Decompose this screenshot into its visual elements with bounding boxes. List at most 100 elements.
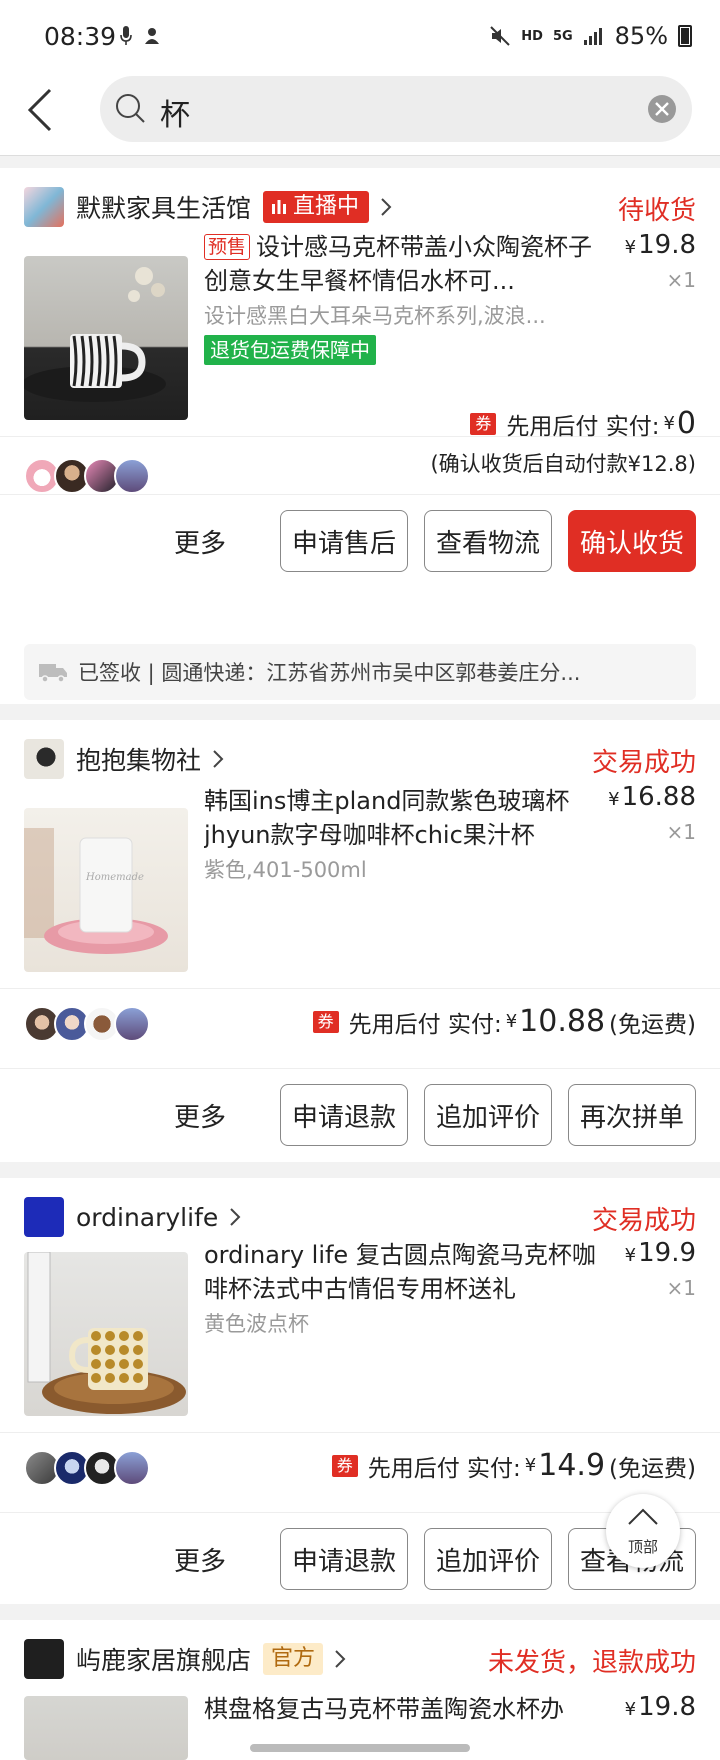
svg-text:Homemade: Homemade: [85, 872, 144, 883]
search-input[interactable]: 杯: [100, 76, 692, 142]
friend-avatars[interactable]: [24, 1450, 150, 1490]
pay-label: 先用后付 实付:: [367, 1455, 521, 1482]
shop-avatar: [24, 1639, 64, 1679]
product-price: ¥19.8: [624, 230, 696, 260]
truck-icon: [39, 664, 67, 683]
battery-icon: [678, 25, 692, 47]
logistics-bar[interactable]: 已签收 | 圆通快递：江苏省苏州市吴中区郭巷姜庄分...: [24, 644, 696, 700]
product-title[interactable]: 韩国ins博主pland同款紫色玻璃杯jhyun款字母咖啡杯chic果汁杯: [204, 784, 604, 852]
reorder-button[interactable]: 再次拼单: [568, 1084, 696, 1146]
live-badge[interactable]: 直播中: [263, 191, 370, 223]
friend-avatar: [114, 458, 150, 494]
app-notification-icon: [145, 28, 159, 44]
free-shipping-label: (免运费): [609, 1011, 696, 1038]
payment-summary: 券 先用后付 实付: ¥14.9 (免运费): [331, 1448, 696, 1483]
live-bars-icon: [272, 200, 287, 214]
confirm-receipt-button[interactable]: 确认收货: [568, 510, 696, 572]
product-image[interactable]: [24, 1696, 188, 1760]
product-quantity: ×1: [666, 268, 696, 292]
shop-avatar: [24, 187, 64, 227]
pay-amount: 14.9: [538, 1448, 606, 1483]
friend-avatars[interactable]: [24, 1006, 150, 1046]
search-query: 杯: [160, 98, 190, 133]
add-review-button[interactable]: 追加评价: [424, 1528, 552, 1590]
free-shipping-label: (免运费): [609, 1455, 696, 1482]
status-time: 08:39: [44, 22, 117, 51]
product-spec: 黄色波点杯: [204, 1312, 309, 1336]
view-logistics-button[interactable]: 查看物流: [424, 510, 552, 572]
product-price: ¥19.9: [624, 1238, 696, 1268]
product-price: ¥16.88: [608, 782, 696, 812]
arrow-up-icon: [628, 1508, 658, 1525]
pay-amount: 0: [676, 406, 696, 441]
order-card: 屿鹿家居旗舰店 官方 未发货，退款成功 棋盘格复古马克杯带盖陶瓷水杯办 ¥19.…: [0, 1620, 720, 1760]
pay-label: 先用后付 实付:: [506, 413, 660, 440]
product-image[interactable]: [24, 256, 188, 420]
request-refund-button[interactable]: 申请退款: [280, 1528, 408, 1590]
shop-header[interactable]: 屿鹿家居旗舰店 官方: [24, 1638, 347, 1680]
signal-icon: [583, 28, 602, 45]
shop-avatar: [24, 1197, 64, 1237]
product-quantity: ×1: [666, 1276, 696, 1300]
payment-summary: 券 先用后付 实付: ¥10.88 (免运费): [312, 1004, 696, 1039]
chevron-right-icon: [213, 750, 224, 768]
shop-header[interactable]: ordinarylife: [24, 1196, 242, 1238]
shop-name: 默默家具生活馆: [76, 194, 252, 223]
guarantee-tag: 退货包运费保障中: [204, 335, 376, 365]
order-actions: 更多 申请售后 查看物流 确认收货: [174, 510, 696, 572]
order-card: 抱抱集物社 交易成功 Homemade 韩国ins博主pland同款紫色玻璃杯j…: [0, 720, 720, 1162]
official-badge: 官方: [263, 1643, 324, 1675]
product-spec: 紫色,401-500ml: [204, 858, 367, 882]
order-status: 交易成功: [591, 1206, 696, 1236]
add-review-button[interactable]: 追加评价: [424, 1084, 552, 1146]
status-bar: 08:39 HD 5G 85%: [0, 0, 720, 72]
dotted-mug-illustration: [27, 1252, 186, 1414]
product-spec: 设计感黑白大耳朵马克杯系列,波浪...: [204, 304, 546, 328]
chevron-right-icon: [335, 1650, 346, 1668]
glass-cup-illustration: Homemade: [24, 828, 168, 954]
friend-avatar: [114, 1006, 150, 1042]
chevron-right-icon: [230, 1208, 241, 1226]
home-indicator[interactable]: [250, 1744, 470, 1752]
after-sales-button[interactable]: 申请售后: [280, 510, 408, 572]
presale-tag: 预售: [204, 234, 251, 260]
network-type: 5G: [552, 28, 573, 44]
pay-amount: 10.88: [519, 1004, 606, 1039]
pay-label: 先用后付 实付:: [348, 1011, 502, 1038]
product-title[interactable]: 预售 设计感马克杯带盖小众陶瓷杯子创意女生早餐杯情侣水杯可...: [204, 230, 604, 298]
live-badge-label: 直播中: [293, 194, 360, 219]
shop-name: ordinarylife: [76, 1202, 219, 1232]
back-to-top-label: 顶部: [627, 1538, 658, 1556]
order-actions: 更多 申请退款 追加评价 再次拼单: [174, 1084, 696, 1146]
coupon-icon: 券: [312, 1010, 339, 1033]
back-chevron-icon: [27, 88, 52, 132]
product-image[interactable]: [24, 1252, 188, 1416]
shop-avatar: [24, 739, 64, 779]
shop-header[interactable]: 抱抱集物社: [24, 738, 225, 780]
battery-percent: 85%: [614, 22, 668, 50]
more-button[interactable]: 更多: [174, 523, 226, 560]
more-button[interactable]: 更多: [174, 1097, 226, 1134]
clear-icon[interactable]: [648, 95, 676, 123]
back-to-top-button[interactable]: 顶部: [606, 1494, 680, 1568]
product-quantity: ×1: [666, 820, 696, 844]
more-button[interactable]: 更多: [174, 1541, 226, 1578]
mug-illustration: [24, 267, 166, 402]
order-status: 未发货，退款成功: [487, 1648, 696, 1678]
hd-indicator: HD: [521, 28, 543, 44]
shop-header[interactable]: 默默家具生活馆 直播中: [24, 186, 393, 228]
shop-name: 抱抱集物社: [76, 746, 202, 775]
friend-avatars[interactable]: [24, 458, 150, 498]
back-button[interactable]: [20, 82, 80, 142]
product-price: ¥19.8: [624, 1692, 696, 1722]
request-refund-button[interactable]: 申请退款: [280, 1084, 408, 1146]
payment-summary: 券 先用后付 实付: ¥0: [470, 406, 696, 441]
coupon-icon: 券: [331, 1454, 358, 1477]
product-title[interactable]: ordinary life 复古圆点陶瓷马克杯咖啡杯法式中古情侣专用杯送礼: [204, 1238, 604, 1306]
product-image[interactable]: Homemade: [24, 808, 188, 972]
product-title[interactable]: 棋盘格复古马克杯带盖陶瓷水杯办: [204, 1692, 604, 1732]
order-status: 待收货: [617, 196, 696, 226]
mute-icon: [490, 26, 510, 46]
search-icon: [116, 94, 145, 123]
logistics-text: 已签收 | 圆通快递：江苏省苏州市吴中区郭巷姜庄分...: [78, 661, 581, 685]
